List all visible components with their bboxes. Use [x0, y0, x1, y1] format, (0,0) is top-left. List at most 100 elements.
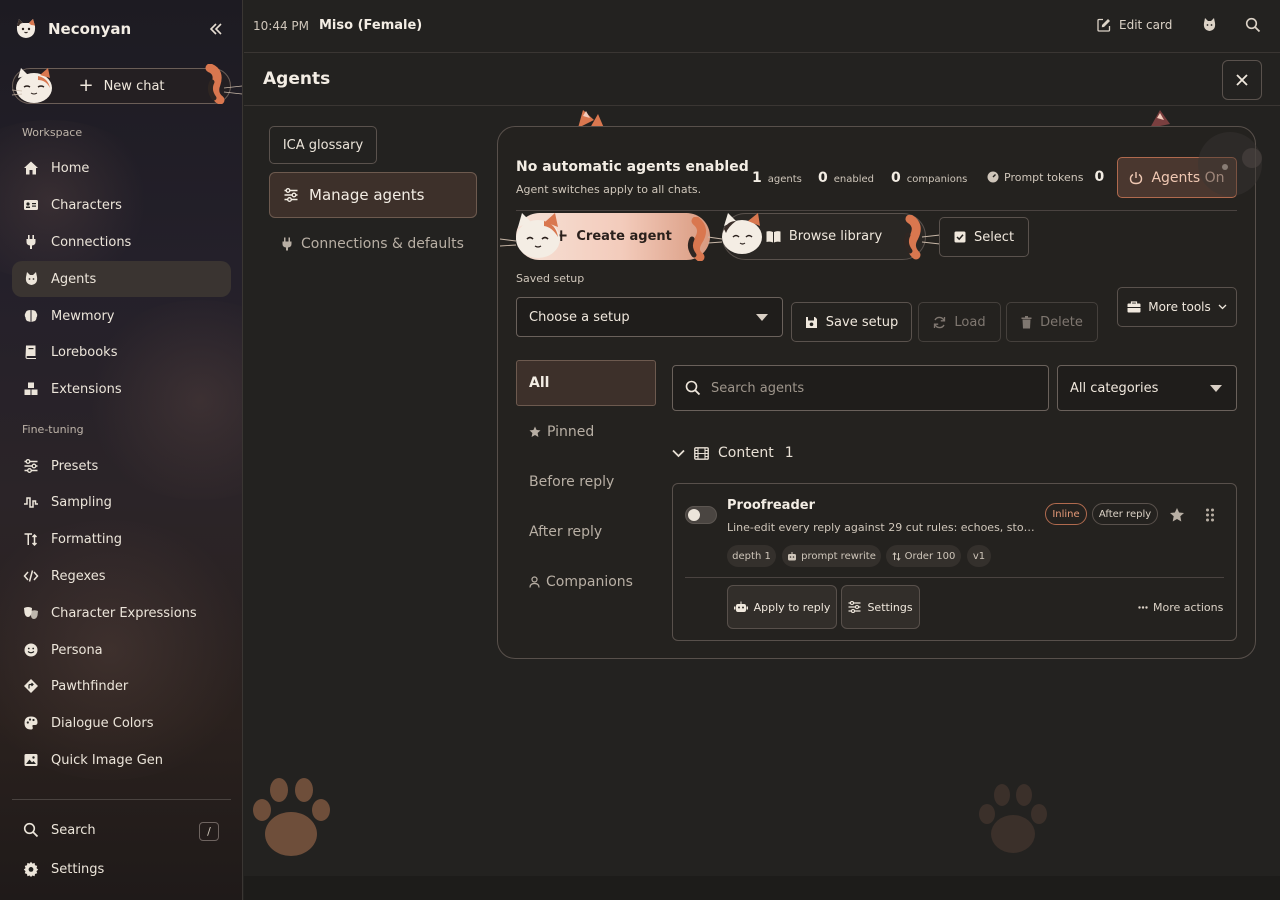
filter-pinned[interactable]: Pinned	[529, 424, 594, 440]
chevron-down-icon	[672, 449, 685, 457]
sidebar-item-lorebooks[interactable]: Lorebooks	[12, 334, 231, 370]
robot-icon	[788, 551, 797, 560]
sidebar-item-label: Extensions	[51, 381, 122, 397]
clock-time: 10:44 PM	[253, 19, 309, 33]
search-agents-input[interactable]	[711, 380, 1031, 396]
sidebar-item-label: Lorebooks	[51, 344, 118, 360]
apply-to-reply-button[interactable]: Apply to reply	[727, 585, 837, 629]
plug-icon	[282, 237, 292, 251]
save-setup-label: Save setup	[825, 314, 899, 330]
sidebar-item-connections[interactable]: Connections	[12, 224, 231, 260]
sidebar-item-label: Regexes	[51, 568, 106, 584]
tab-connections-defaults[interactable]: Connections & defaults	[281, 236, 464, 252]
filter-after-reply[interactable]: After reply	[529, 524, 602, 540]
agent-description: Line-edit every reply against 29 cut rul…	[727, 521, 1037, 534]
pin-star-icon[interactable]	[1169, 507, 1185, 523]
cat-face-decoration-icon	[708, 213, 762, 254]
sidebar-item-regexes[interactable]: Regexes	[12, 558, 231, 594]
companions-count-label: companions	[906, 174, 968, 185]
setup-select[interactable]: Choose a setup	[516, 297, 783, 337]
search-shortcut-key: /	[199, 822, 219, 841]
card-divider	[516, 210, 1237, 211]
brand[interactable]: Neconyan	[14, 17, 131, 41]
search-icon	[22, 822, 39, 839]
cat-tail-decoration-icon	[903, 215, 941, 260]
group-header-content[interactable]: Content 1	[672, 445, 794, 461]
search-agents-field[interactable]	[672, 365, 1049, 411]
select-button[interactable]: Select	[939, 217, 1029, 257]
sidebar-item-quick-image-gen[interactable]: Quick Image Gen	[12, 742, 231, 778]
filter-all[interactable]: All	[516, 360, 656, 406]
user-icon	[529, 576, 540, 588]
delete-setup-button[interactable]: Delete	[1006, 302, 1098, 342]
sidebar-item-label: Pawthfinder	[51, 678, 129, 694]
sidebar-item-label: Sampling	[51, 494, 112, 510]
sidebar-search-button[interactable]: Search /	[12, 812, 231, 848]
compass-icon	[22, 678, 39, 695]
companions-count-stat: 0 companions	[891, 170, 967, 186]
cat-silhouette-decoration-icon	[1198, 132, 1262, 196]
sidebar-settings-button[interactable]: Settings	[12, 851, 231, 887]
sidebar-item-label: Characters	[51, 197, 122, 213]
agent-settings-label: Settings	[867, 600, 913, 614]
sidebar: Neconyan + New chat Workspace Home Chara…	[0, 0, 243, 900]
agent-name: Proofreader	[727, 498, 815, 513]
paw-print-icon	[253, 778, 330, 856]
gear-icon	[22, 861, 39, 878]
sidebar-item-presets[interactable]: Presets	[12, 448, 231, 484]
close-panel-button[interactable]	[1222, 60, 1262, 100]
save-setup-button[interactable]: Save setup	[791, 302, 912, 342]
filter-label: Pinned	[547, 424, 595, 440]
sidebar-item-character-expressions[interactable]: Character Expressions	[12, 595, 231, 631]
chip-prompt-rewrite: prompt rewrite	[782, 545, 881, 567]
checkbox-icon	[954, 231, 966, 243]
ellipsis-icon	[1138, 606, 1148, 609]
sliders-icon	[848, 601, 861, 613]
sidebar-item-sampling[interactable]: Sampling	[12, 484, 231, 520]
enabled-count-label: enabled	[833, 174, 874, 185]
sidebar-item-dialogue-colors[interactable]: Dialogue Colors	[12, 705, 231, 741]
agent-settings-button[interactable]: Settings	[841, 585, 920, 629]
cat-ear-decoration-icon	[1150, 110, 1170, 128]
sidebar-item-home[interactable]: Home	[12, 150, 231, 186]
tag-after-reply: After reply	[1092, 503, 1158, 525]
cat-agent-icon[interactable]	[1201, 17, 1219, 35]
agent-enable-toggle[interactable]	[685, 506, 717, 524]
drag-handle-icon[interactable]	[1205, 508, 1215, 522]
character-name[interactable]: Miso (Female)	[319, 18, 422, 33]
filter-label: After reply	[529, 524, 603, 540]
close-icon	[1236, 74, 1248, 86]
group-name: Content	[718, 445, 774, 461]
create-agent-label: Create agent	[576, 229, 672, 244]
chevron-down-icon	[1218, 304, 1227, 310]
load-setup-button[interactable]: Load	[918, 302, 1001, 342]
collapse-sidebar-icon[interactable]	[208, 21, 228, 39]
more-actions-button[interactable]: More actions	[1138, 601, 1223, 614]
sliders-icon	[22, 458, 39, 475]
sliders-icon	[284, 188, 298, 202]
filter-companions[interactable]: Companions	[529, 574, 633, 590]
sidebar-item-mewmory[interactable]: Mewmory	[12, 298, 231, 334]
search-icon[interactable]	[1245, 17, 1263, 35]
filter-before-reply[interactable]: Before reply	[529, 474, 614, 490]
sort-icon	[892, 551, 901, 561]
tab-ica-glossary[interactable]: ICA glossary	[269, 126, 377, 164]
category-select[interactable]: All categories	[1057, 365, 1237, 411]
cat-agent-icon	[22, 271, 39, 288]
sidebar-item-agents[interactable]: Agents	[12, 261, 231, 297]
sidebar-item-extensions[interactable]: Extensions	[12, 371, 231, 407]
smile-icon	[22, 642, 39, 659]
sidebar-item-pawthfinder[interactable]: Pawthfinder	[12, 668, 231, 704]
book-icon	[22, 344, 39, 361]
trash-icon	[1021, 315, 1032, 328]
sidebar-item-label: Formatting	[51, 531, 123, 547]
more-tools-button[interactable]: More tools	[1117, 287, 1237, 327]
power-icon	[1130, 171, 1143, 184]
tab-manage-agents[interactable]: Manage agents	[269, 172, 477, 218]
edit-card-label: Edit card	[1119, 18, 1173, 32]
sidebar-item-persona[interactable]: Persona	[12, 632, 231, 668]
edit-card-button[interactable]: Edit card	[1097, 18, 1172, 32]
sidebar-item-formatting[interactable]: Formatting	[12, 521, 231, 557]
sidebar-item-characters[interactable]: Characters	[12, 187, 231, 223]
palette-icon	[22, 715, 39, 732]
